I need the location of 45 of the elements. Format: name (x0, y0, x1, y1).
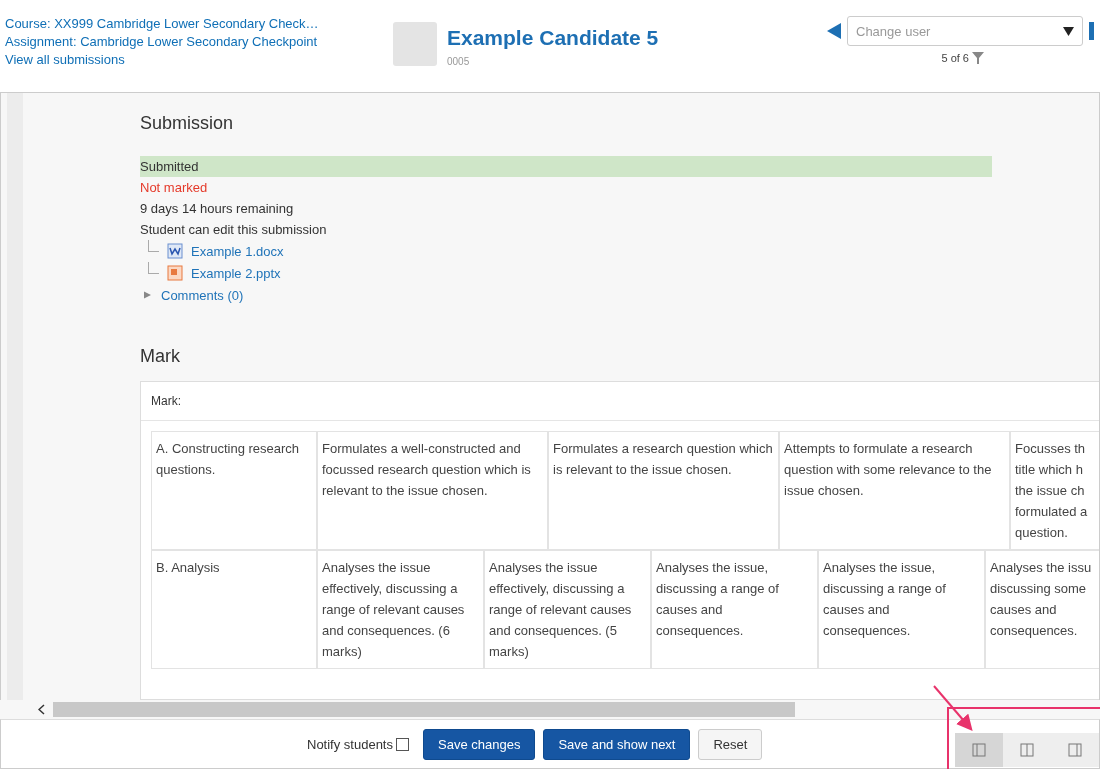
level-cell[interactable]: Analyses the issue effectively, discussing a range of relevant causes and consequences. (6 marks) (317, 550, 484, 669)
level-cell[interactable]: Formulates a well-constructed and focussed research question which is relevant to the issue chosen. (317, 431, 548, 550)
level-cell[interactable]: Analyses the issu discussing some causes and consequences. (985, 550, 1099, 669)
action-button[interactable]: Save and show next (543, 728, 691, 760)
submission-status: Student can edit this submission (140, 221, 328, 239)
section-heading: Mark (140, 346, 181, 367)
level-cell[interactable]: Attempts to formulate a research question with some relevance to the issue chosen. (779, 431, 1010, 550)
criterion-cell: A. Constructing research questions. (151, 431, 317, 550)
panel-layout-icon (972, 743, 986, 757)
candidate-name: Example Candidate 5 (447, 26, 660, 50)
file-link[interactable]: Example 1.docx (191, 243, 284, 259)
level-cell[interactable]: Analyses the issue, discussing a range of causes and consequences. (818, 550, 985, 669)
submission-status: Not marked (140, 179, 209, 197)
action-button[interactable]: Reset (698, 728, 763, 760)
horizontal-scrollbar[interactable] (0, 700, 1100, 719)
layout-button[interactable] (955, 733, 1003, 767)
comments-link[interactable]: Comments (0) (161, 287, 244, 303)
breadcrumb-link[interactable]: Assignment: Cambridge Lower Secondary Checkpoint (5, 34, 385, 49)
breadcrumb-link[interactable]: Course: XX999 Cambridge Lower Secondary Check… (5, 16, 385, 31)
expand-triangle-icon[interactable] (144, 290, 151, 300)
submission-status: Submitted (140, 156, 992, 177)
scroll-left-icon[interactable] (38, 704, 45, 715)
file-link[interactable]: Example 2.pptx (191, 265, 281, 281)
level-cell[interactable]: Analyses the issue, discussing a range of causes and consequences. (651, 550, 818, 669)
word-document-icon (167, 243, 183, 259)
previous-user-icon[interactable] (827, 23, 841, 39)
next-user-icon[interactable] (1089, 22, 1094, 40)
filter-icon[interactable] (972, 52, 984, 64)
breadcrumb-link[interactable]: View all submissions (5, 52, 385, 67)
presentation-file-icon (167, 265, 183, 281)
panel-layout-icon (1020, 743, 1034, 757)
panel-layout-icon (1068, 743, 1082, 757)
criterion-cell: B. Analysis (151, 550, 317, 669)
notify-students-checkbox[interactable]: Notify students (307, 736, 409, 752)
candidate-id: 0005 (447, 56, 471, 67)
mark-label: Mark: (141, 382, 1099, 421)
user-position: 5 of 6 (941, 52, 969, 64)
action-button[interactable]: Save changes (423, 728, 536, 760)
avatar-placeholder (393, 22, 437, 66)
level-cell[interactable]: Formulates a research question which is relevant to the issue chosen. (548, 431, 779, 550)
submission-status: 9 days 14 hours remaining (140, 200, 295, 218)
level-cell[interactable]: Analyses the issue effectively, discussing a range of relevant causes and consequences. (5 marks) (484, 550, 651, 669)
dropdown-caret-icon (1063, 26, 1074, 36)
section-heading: Submission (140, 113, 235, 134)
level-cell[interactable]: Focusses th title which h the issue ch formulated a question. (1010, 431, 1099, 550)
